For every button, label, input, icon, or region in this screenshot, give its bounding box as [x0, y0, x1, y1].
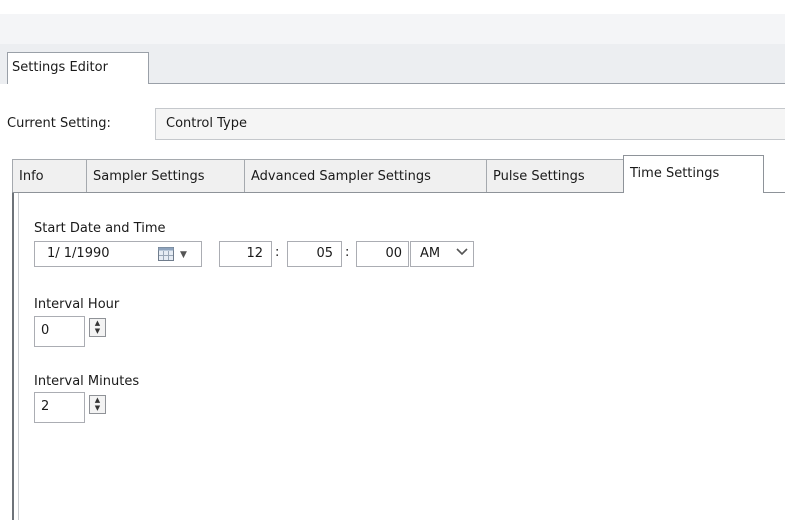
start-second-field[interactable]: 00: [356, 241, 409, 267]
tab-info[interactable]: Info: [12, 159, 87, 192]
window-top-strip: [0, 0, 785, 14]
time-separator: :: [275, 245, 280, 260]
interval-minutes-stepper[interactable]: ▲ ▼: [89, 395, 106, 414]
time-separator: :: [345, 245, 350, 260]
interval-hour-input[interactable]: 0: [34, 316, 85, 347]
interval-minutes-input[interactable]: 2: [34, 392, 85, 423]
interval-minutes-label: Interval Minutes: [34, 374, 140, 389]
calendar-icon[interactable]: [158, 247, 174, 261]
spin-down-icon[interactable]: ▼: [95, 328, 100, 335]
start-hour-field[interactable]: 12: [219, 241, 272, 267]
start-minute-field[interactable]: 05: [287, 241, 342, 267]
spin-down-icon[interactable]: ▼: [95, 405, 100, 412]
current-setting-label: Current Setting:: [7, 116, 111, 131]
spin-up-icon[interactable]: ▲: [95, 397, 100, 404]
interval-hour-label: Interval Hour: [34, 297, 120, 312]
tab-sampler-settings[interactable]: Sampler Settings: [87, 159, 245, 192]
tab-advanced-sampler-settings[interactable]: Advanced Sampler Settings: [245, 159, 487, 192]
ampm-value[interactable]: AM: [420, 246, 440, 261]
tab-strip-divider: [149, 83, 785, 84]
spin-up-icon[interactable]: ▲: [95, 320, 100, 327]
start-date-value[interactable]: 1/ 1/1990: [47, 246, 110, 261]
tab-settings-editor[interactable]: Settings Editor: [7, 52, 149, 84]
date-dropdown-arrow-icon[interactable]: ▼: [180, 250, 187, 260]
current-setting-field: Control Type: [155, 108, 785, 140]
tab-time-settings[interactable]: Time Settings: [623, 155, 764, 193]
chevron-down-icon[interactable]: [456, 246, 468, 259]
start-date-time-label: Start Date and Time: [34, 221, 166, 236]
interval-hour-stepper[interactable]: ▲ ▼: [89, 318, 106, 337]
tab-pulse-settings[interactable]: Pulse Settings: [487, 159, 625, 192]
start-date-picker[interactable]: 1/ 1/1990: [34, 241, 202, 267]
panel-inner-border: [18, 193, 19, 520]
toolbar-area: [0, 14, 785, 44]
